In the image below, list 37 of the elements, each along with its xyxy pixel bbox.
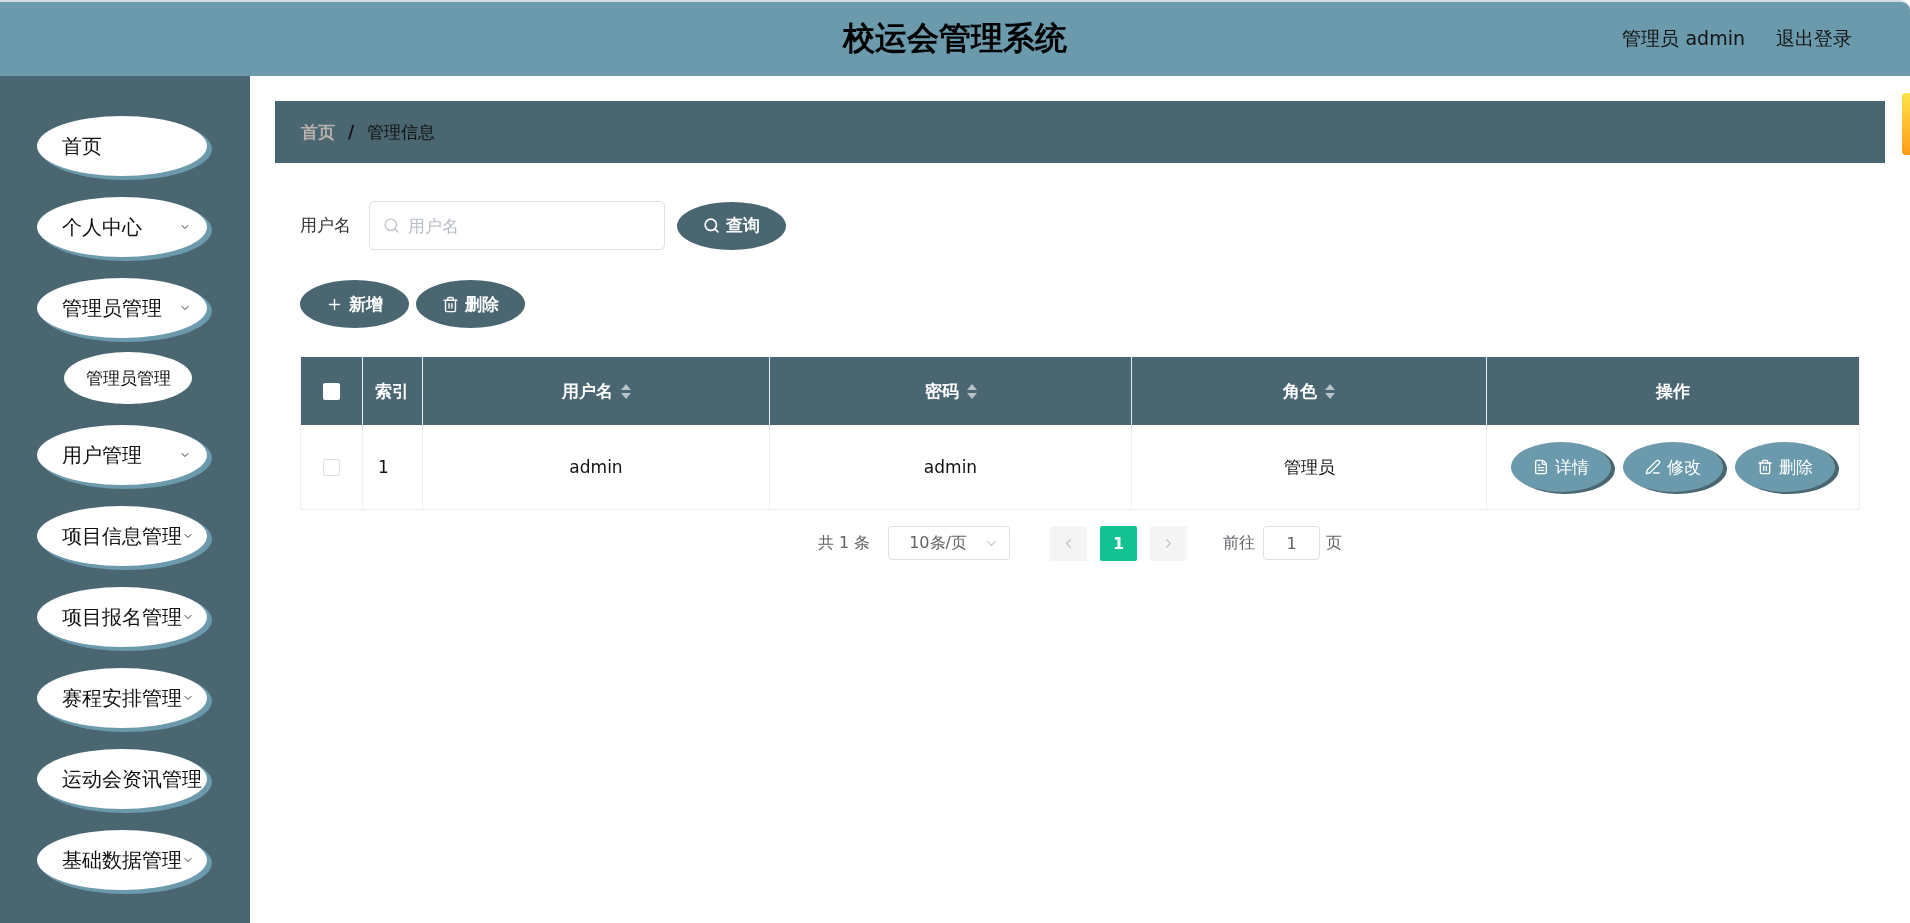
breadcrumb-separator: /: [348, 122, 355, 142]
total-count: 共 1 条: [817, 532, 871, 554]
query-button[interactable]: 查询: [677, 201, 786, 250]
current-user: 管理员 admin: [1622, 26, 1745, 51]
submenu-item[interactable]: 管理员管理: [64, 352, 192, 404]
column-header[interactable]: 角色: [1132, 357, 1487, 425]
column-header[interactable]: 用户名: [423, 357, 770, 425]
page-size-select[interactable]: 10条/页: [888, 526, 1011, 560]
add-button[interactable]: 新增: [300, 280, 409, 328]
column-header: 索引: [363, 357, 423, 425]
pencil-icon: [1645, 459, 1661, 475]
table-cell: 管理员: [1283, 455, 1335, 479]
page-suffix: 页: [1326, 532, 1343, 554]
table-cell: admin: [923, 457, 978, 477]
sort-icon: [620, 383, 631, 399]
search-field[interactable]: 用户名: [369, 201, 665, 250]
select-all-checkbox[interactable]: [323, 382, 340, 400]
field-label: 用户名: [300, 214, 352, 237]
page-jump-input[interactable]: 1: [1263, 526, 1321, 560]
row-checkbox[interactable]: [323, 458, 340, 476]
delete-button[interactable]: 删除: [416, 280, 525, 328]
logout-link[interactable]: 退出登录: [1776, 26, 1852, 52]
table-cell: 1: [378, 457, 389, 477]
trash-icon: [442, 295, 459, 313]
trash-icon: [1757, 459, 1773, 475]
goto-label: 前往: [1223, 532, 1256, 554]
sort-icon: [966, 383, 977, 399]
app-title: 校运会管理系统: [843, 18, 1067, 59]
breadcrumb-link[interactable]: 管理信息: [367, 120, 436, 144]
search-icon: [703, 217, 720, 234]
sort-icon: [1325, 383, 1335, 399]
column-header: 操作: [1487, 357, 1859, 425]
search-icon: [383, 217, 400, 234]
document-icon: [1533, 459, 1549, 475]
column-header[interactable]: 密码: [770, 357, 1132, 425]
table-cell: admin: [569, 457, 623, 477]
floating-tab[interactable]: [1902, 93, 1910, 155]
